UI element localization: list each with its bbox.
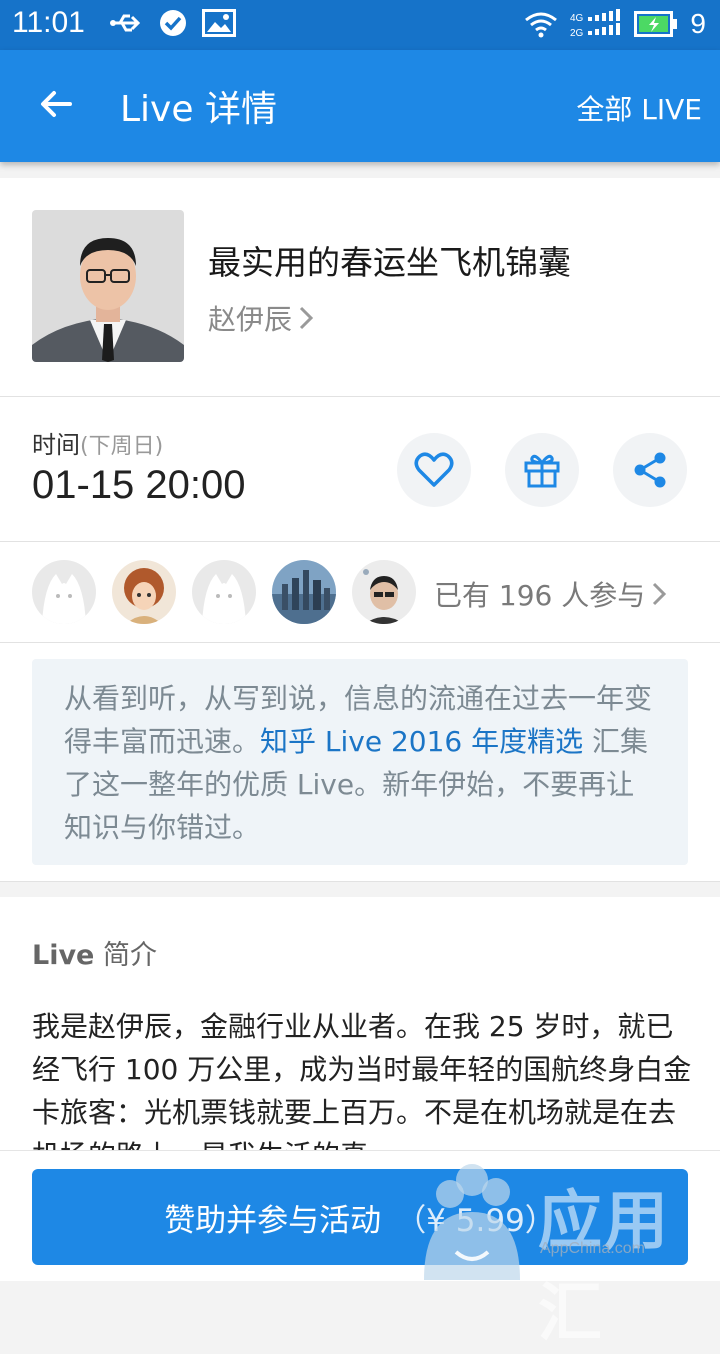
page-title: Live 详情 <box>120 89 277 130</box>
speaker-avatar[interactable] <box>32 210 184 362</box>
share-icon <box>634 452 666 488</box>
app-bar: Live 详情 全部 LIVE <box>0 50 720 162</box>
wifi-icon <box>525 12 558 38</box>
all-live-button[interactable]: 全部 LIVE <box>576 88 702 128</box>
status-time: 11:01 <box>12 6 85 39</box>
participants-row[interactable]: 已有 196 人参与 <box>0 542 720 643</box>
network-label-2g: 2G <box>570 28 584 39</box>
promo-link[interactable]: 知乎 Live 2016 年度精选 <box>260 725 583 758</box>
image-icon <box>202 9 236 37</box>
share-button[interactable] <box>613 433 687 507</box>
cta-price: （¥ 5.99） <box>395 1202 556 1239</box>
intro-heading: Live 简介 <box>32 933 157 972</box>
participant-avatar[interactable] <box>192 560 256 624</box>
chevron-right-icon <box>299 306 314 330</box>
time-label-text: 时间 <box>32 431 80 459</box>
gift-icon <box>524 454 560 488</box>
time-label: 时间(下周日) <box>32 425 163 460</box>
network-label-4g: 4G <box>570 13 584 24</box>
chevron-right-icon <box>653 582 667 606</box>
participant-avatar[interactable] <box>32 560 96 624</box>
cta-label: 赞助并参与活动 <box>164 1202 382 1239</box>
gift-button[interactable] <box>505 433 579 507</box>
time-day: (下周日) <box>80 434 164 459</box>
battery-icon <box>634 11 678 37</box>
speaker-link[interactable]: 赵伊辰 <box>208 298 314 338</box>
participant-avatar[interactable] <box>272 560 336 624</box>
check-circle-icon <box>160 10 186 36</box>
live-title: 最实用的春运坐飞机锦囊 <box>208 243 571 282</box>
live-header-card: 最实用的春运坐飞机锦囊 赵伊辰 <box>0 178 720 397</box>
battery-level: 9 <box>690 8 706 39</box>
usb-icon <box>110 14 141 32</box>
intro-body: 我是赵伊辰，金融行业从业者。在我 25 岁时，就已经飞行 100 万公里，成为当… <box>32 1010 692 1167</box>
participant-avatar[interactable] <box>112 560 176 624</box>
speaker-name: 赵伊辰 <box>208 303 293 336</box>
intro-heading-cn: 简介 <box>94 940 157 971</box>
bottom-bar: 赞助并参与活动 （¥ 5.99） <box>0 1150 720 1281</box>
heart-icon <box>414 452 454 487</box>
participant-avatar[interactable] <box>352 560 416 624</box>
status-bar: 11:01 4G 2G 9 <box>0 0 720 50</box>
promo-box: 从看到听，从写到说，信息的流通在过去一年变得丰富而迅速。知乎 Live 2016… <box>32 659 688 865</box>
sponsor-join-button[interactable]: 赞助并参与活动 （¥ 5.99） <box>32 1169 688 1265</box>
back-arrow-icon[interactable] <box>36 84 76 124</box>
participant-count: 已有 196 人参与 <box>434 579 646 612</box>
signal-icon: 4G 2G <box>570 9 621 39</box>
time-value: 01-15 20:00 <box>32 463 246 507</box>
participant-count-link[interactable]: 已有 196 人参与 <box>434 574 667 614</box>
schedule-row: 时间(下周日) 01-15 20:00 <box>0 397 720 542</box>
like-button[interactable] <box>397 433 471 507</box>
intro-heading-en: Live <box>32 940 95 971</box>
promo-section: 从看到听，从写到说，信息的流通在过去一年变得丰富而迅速。知乎 Live 2016… <box>0 643 720 882</box>
